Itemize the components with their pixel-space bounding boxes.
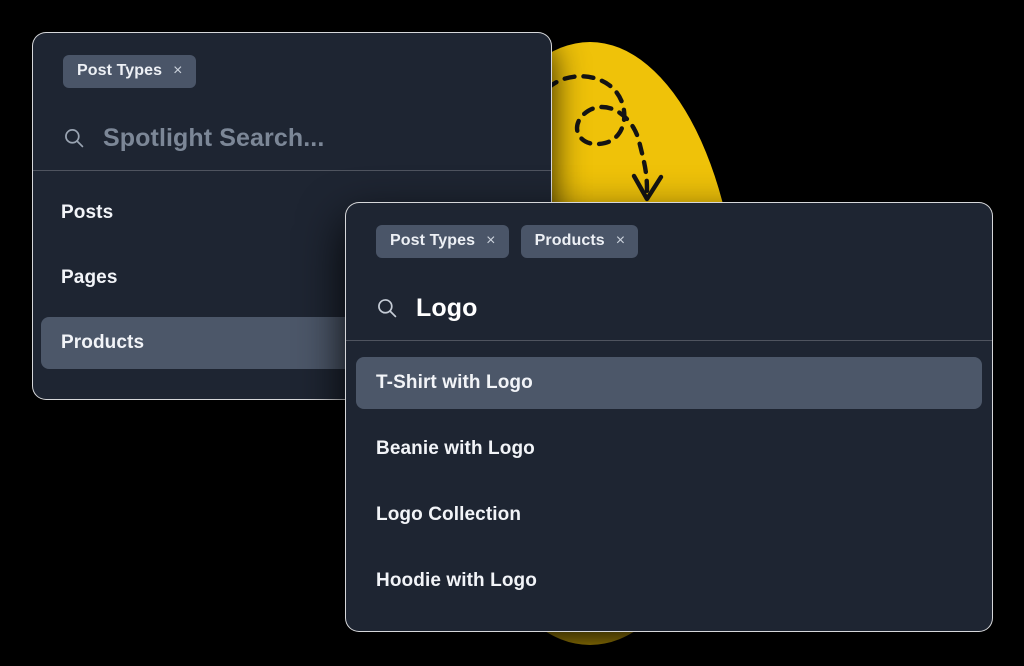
search-icon [378,299,397,318]
panel-front-results-list: T-Shirt with Logo Beanie with Logo Logo … [346,341,992,607]
panel-front-chip-row: Post Types × Products × [376,225,962,258]
list-item-label: Pages [61,267,118,288]
close-icon[interactable]: × [173,63,182,79]
panel-front-search-row[interactable]: Logo [376,276,962,340]
list-item[interactable]: Hoodie with Logo [356,555,982,607]
filter-chip-products[interactable]: Products × [520,225,639,258]
panel-front-header: Post Types × Products × Logo [346,203,992,340]
screenshot-stage: Post Types × Spotlight Search... Posts P… [0,0,1024,666]
search-input[interactable]: Spotlight Search... [103,125,324,151]
list-item[interactable]: Logo Collection [356,489,982,541]
list-item-label: Hoodie with Logo [376,570,537,591]
list-item-label: Products [61,332,145,353]
chip-label: Products [534,232,605,249]
list-item-label: Posts [61,202,114,223]
list-item-label: T-Shirt with Logo [376,372,533,393]
list-item-label: Logo Collection [376,504,522,525]
panel-back-chip-row: Post Types × [63,55,521,88]
list-item[interactable]: Beanie with Logo [356,423,982,475]
close-icon[interactable]: × [486,233,495,249]
filter-chip-post-types[interactable]: Post Types × [63,55,196,88]
chip-label: Post Types [77,62,163,79]
close-icon[interactable]: × [616,233,625,249]
search-icon [65,129,84,148]
panel-back-search-row[interactable]: Spotlight Search... [63,106,521,170]
filter-chip-post-types[interactable]: Post Types × [376,225,509,258]
list-item-selected[interactable]: T-Shirt with Logo [356,357,982,409]
chip-label: Post Types [390,232,476,249]
list-item-label: Beanie with Logo [376,438,535,459]
panel-back-header: Post Types × Spotlight Search... [33,33,551,170]
spotlight-panel-front: Post Types × Products × Logo T-Shirt wit [345,202,993,632]
search-input[interactable]: Logo [416,295,477,321]
